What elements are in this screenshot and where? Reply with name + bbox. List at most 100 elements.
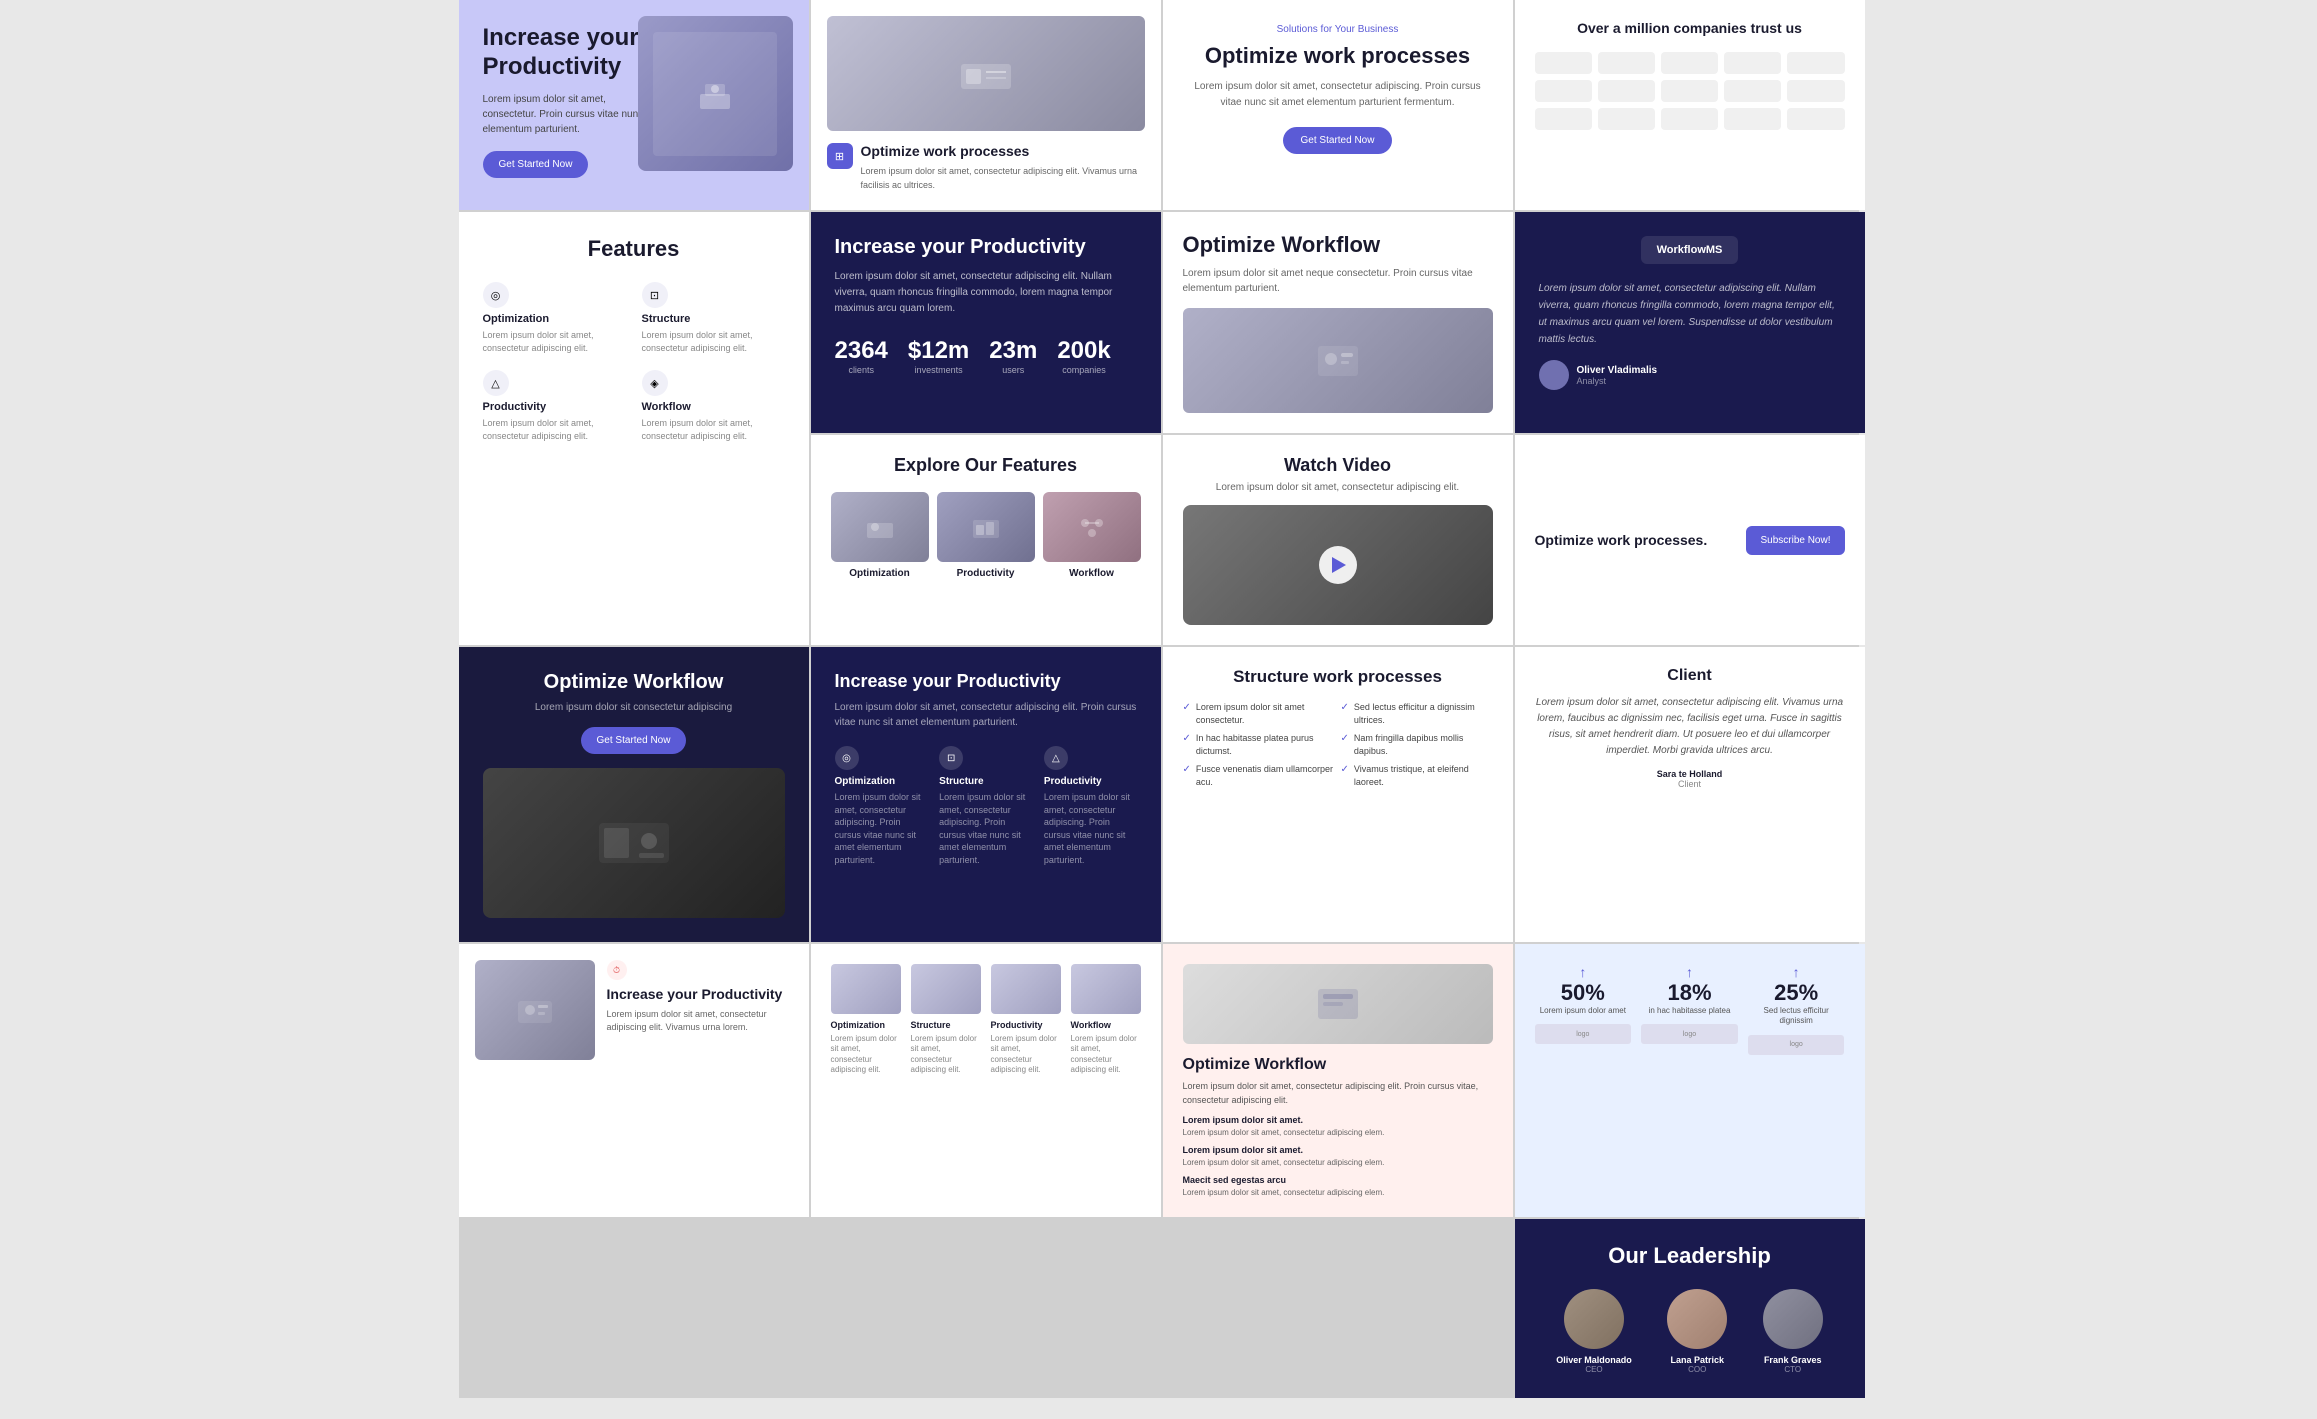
- explore-title: Explore Our Features: [831, 455, 1141, 476]
- increase-dark-card: Increase your Productivity Lorem ipsum d…: [811, 212, 1161, 433]
- check-item-5: ✓ Fusce venenatis diam ullamcorper acu.: [1183, 763, 1335, 788]
- check-mark: ✓: [1341, 701, 1349, 715]
- logo-item: [1724, 52, 1781, 74]
- stat-item-3: ↑ 25% Sed lectus efficitur dignissim log…: [1748, 964, 1845, 1055]
- leader-avatar-3: [1763, 1289, 1823, 1349]
- bf-img-prod: [991, 964, 1061, 1014]
- bf-item-prod: Productivity Lorem ipsum dolor sit amet,…: [991, 964, 1061, 1076]
- leader-2: Lana Patrick COO: [1667, 1289, 1727, 1374]
- wp-title: Optimize Workflow: [1183, 1056, 1493, 1074]
- bf-title-wf: Workflow: [1071, 1020, 1141, 1030]
- testimonials-author: Sara te Holland: [1535, 769, 1845, 779]
- bf-desc-prod: Lorem ipsum dolor sit amet, consectetur …: [991, 1034, 1061, 1076]
- structure-card: Structure work processes ✓ Lorem ipsum d…: [1163, 647, 1513, 942]
- play-button[interactable]: [1319, 546, 1357, 584]
- video-thumbnail[interactable]: [1183, 505, 1493, 625]
- stat-investments: $12m investments: [908, 337, 969, 375]
- explore-item-optimization: Optimization: [831, 492, 929, 579]
- workflow-card: Optimize Workflow Lorem ipsum dolor sit …: [1163, 212, 1513, 433]
- hero-image: [638, 16, 793, 171]
- feature-icon-structure: ⊡: [642, 282, 668, 308]
- increase-features-desc: Lorem ipsum dolor sit amet, consectetur …: [835, 700, 1137, 730]
- check-item-2: ✓ Sed lectus efficitur a dignissim ultri…: [1341, 701, 1493, 726]
- bf-item-str: Structure Lorem ipsum dolor sit amet, co…: [911, 964, 981, 1076]
- optimize-dark-card: Optimize Workflow Lorem ipsum dolor sit …: [459, 647, 809, 942]
- play-icon: [1332, 557, 1346, 573]
- if-icon-str: ⊡: [939, 746, 963, 770]
- testimonial-dark-card: WorkflowMS Lorem ipsum dolor sit amet, c…: [1515, 212, 1865, 433]
- logo-item: [1787, 52, 1844, 74]
- bf-desc-wf: Lorem ipsum dolor sit amet, consectetur …: [1071, 1034, 1141, 1076]
- if-desc-prod: Lorem ipsum dolor sit amet, consectetur …: [1044, 791, 1137, 867]
- bf-title-prod: Productivity: [991, 1020, 1061, 1030]
- feature-item-workflow: ◈ Workflow Lorem ipsum dolor sit amet, c…: [642, 370, 785, 442]
- testimonial-logo: WorkflowMS: [1641, 236, 1739, 264]
- increase-features-card: Increase your Productivity Lorem ipsum d…: [811, 647, 1161, 942]
- increase-dark-title: Increase your Productivity: [835, 236, 1137, 259]
- bf-item-opt: Optimization Lorem ipsum dolor sit amet,…: [831, 964, 901, 1076]
- sub-label: Solutions for Your Business: [1187, 24, 1489, 35]
- bf-title-str: Structure: [911, 1020, 981, 1030]
- stat-desc-1: Lorem ipsum dolor amet: [1535, 1006, 1632, 1016]
- explore-item-workflow: Workflow: [1043, 492, 1141, 579]
- feature-item-optimization: ◎ Optimization Lorem ipsum dolor sit ame…: [483, 282, 626, 354]
- hero-cta-button[interactable]: Get Started Now: [483, 151, 589, 178]
- leader-1: Oliver Maldonado CEO: [1556, 1289, 1632, 1374]
- if-icon-prod: △: [1044, 746, 1068, 770]
- testimonial-quote: Lorem ipsum dolor sit amet, consectetur …: [1539, 280, 1841, 348]
- workflow-title: Optimize Workflow: [1183, 232, 1493, 258]
- subscribe-text: Optimize work processes.: [1535, 532, 1735, 548]
- increase-dark-desc: Lorem ipsum dolor sit amet, consectetur …: [835, 269, 1137, 317]
- stat-desc-2: in hac habitasse platea: [1641, 1006, 1738, 1016]
- explore-grid: Optimization Productivity Workflow: [831, 492, 1141, 579]
- optimize-dark-cta[interactable]: Get Started Now: [581, 727, 687, 754]
- logo-item: [1724, 80, 1781, 102]
- explore-label-prod: Productivity: [937, 568, 1035, 579]
- increase-small-title: Increase your Productivity: [607, 986, 793, 1002]
- workflow-image: [1183, 308, 1493, 413]
- check-mark: ✓: [1341, 763, 1349, 777]
- logo-item: [1724, 108, 1781, 130]
- testimonials-author-title: Client: [1535, 779, 1845, 789]
- increase-small-card: ⏱ Increase your Productivity Lorem ipsum…: [459, 944, 809, 1217]
- workflow-pink-card: Optimize Workflow Lorem ipsum dolor sit …: [1163, 944, 1513, 1217]
- testimonials-title: Client: [1535, 667, 1845, 685]
- stat-pct-2: 18%: [1641, 980, 1738, 1006]
- check-list: ✓ Lorem ipsum dolor sit amet consectetur…: [1183, 701, 1493, 789]
- explore-label-opt: Optimization: [831, 568, 929, 579]
- optimize-top-image: [827, 16, 1145, 131]
- if-title-prod: Productivity: [1044, 776, 1137, 787]
- trust-title: Over a million companies trust us: [1535, 20, 1845, 36]
- check-mark: ✓: [1183, 763, 1191, 777]
- leaders-row: Oliver Maldonado CEO Lana Patrick COO Fr…: [1539, 1289, 1841, 1374]
- wp-desc: Lorem ipsum dolor sit amet, consectetur …: [1183, 1080, 1493, 1107]
- stat-clients: 2364 clients: [835, 337, 888, 375]
- stat-label-users: users: [989, 365, 1037, 375]
- logo-item: [1661, 80, 1718, 102]
- optimize-center-cta[interactable]: Get Started Now: [1283, 127, 1393, 154]
- watch-desc: Lorem ipsum dolor sit amet, consectetur …: [1183, 482, 1493, 493]
- increase-small-desc: Lorem ipsum dolor sit amet, consectetur …: [607, 1008, 793, 1033]
- check-item-3: ✓ In hac habitasse platea purus dictumst…: [1183, 732, 1335, 757]
- wp-detail-1: Lorem ipsum dolor sit amet.: [1183, 1115, 1493, 1125]
- check-item-1: ✓ Lorem ipsum dolor sit amet consectetur…: [1183, 701, 1335, 726]
- if-desc-opt: Lorem ipsum dolor sit amet, consectetur …: [835, 791, 928, 867]
- bf-grid: Optimization Lorem ipsum dolor sit amet,…: [831, 964, 1141, 1076]
- stat-label-clients: clients: [835, 365, 888, 375]
- wp-detail-2: Lorem ipsum dolor sit amet.: [1183, 1145, 1493, 1155]
- logo-text: WorkflowMS: [1657, 244, 1723, 256]
- logo-item: [1787, 80, 1844, 102]
- if-item-prod: △ Productivity Lorem ipsum dolor sit ame…: [1044, 746, 1137, 867]
- bf-img-opt: [831, 964, 901, 1014]
- explore-label-wf: Workflow: [1043, 568, 1141, 579]
- check-mark: ✓: [1341, 732, 1349, 746]
- logo-item: [1535, 108, 1592, 130]
- explore-img-wf: [1043, 492, 1141, 562]
- subscribe-button[interactable]: Subscribe Now!: [1746, 526, 1844, 555]
- stat-arrow-3: ↑: [1748, 964, 1845, 980]
- if-item-str: ⊡ Structure Lorem ipsum dolor sit amet, …: [939, 746, 1032, 867]
- logo-item: [1598, 80, 1655, 102]
- stat-item-2: ↑ 18% in hac habitasse platea logo: [1641, 964, 1738, 1055]
- check-item-6: ✓ Vivamus tristique, at eleifend laoreet…: [1341, 763, 1493, 788]
- increase-features-title: Increase your Productivity: [835, 671, 1137, 692]
